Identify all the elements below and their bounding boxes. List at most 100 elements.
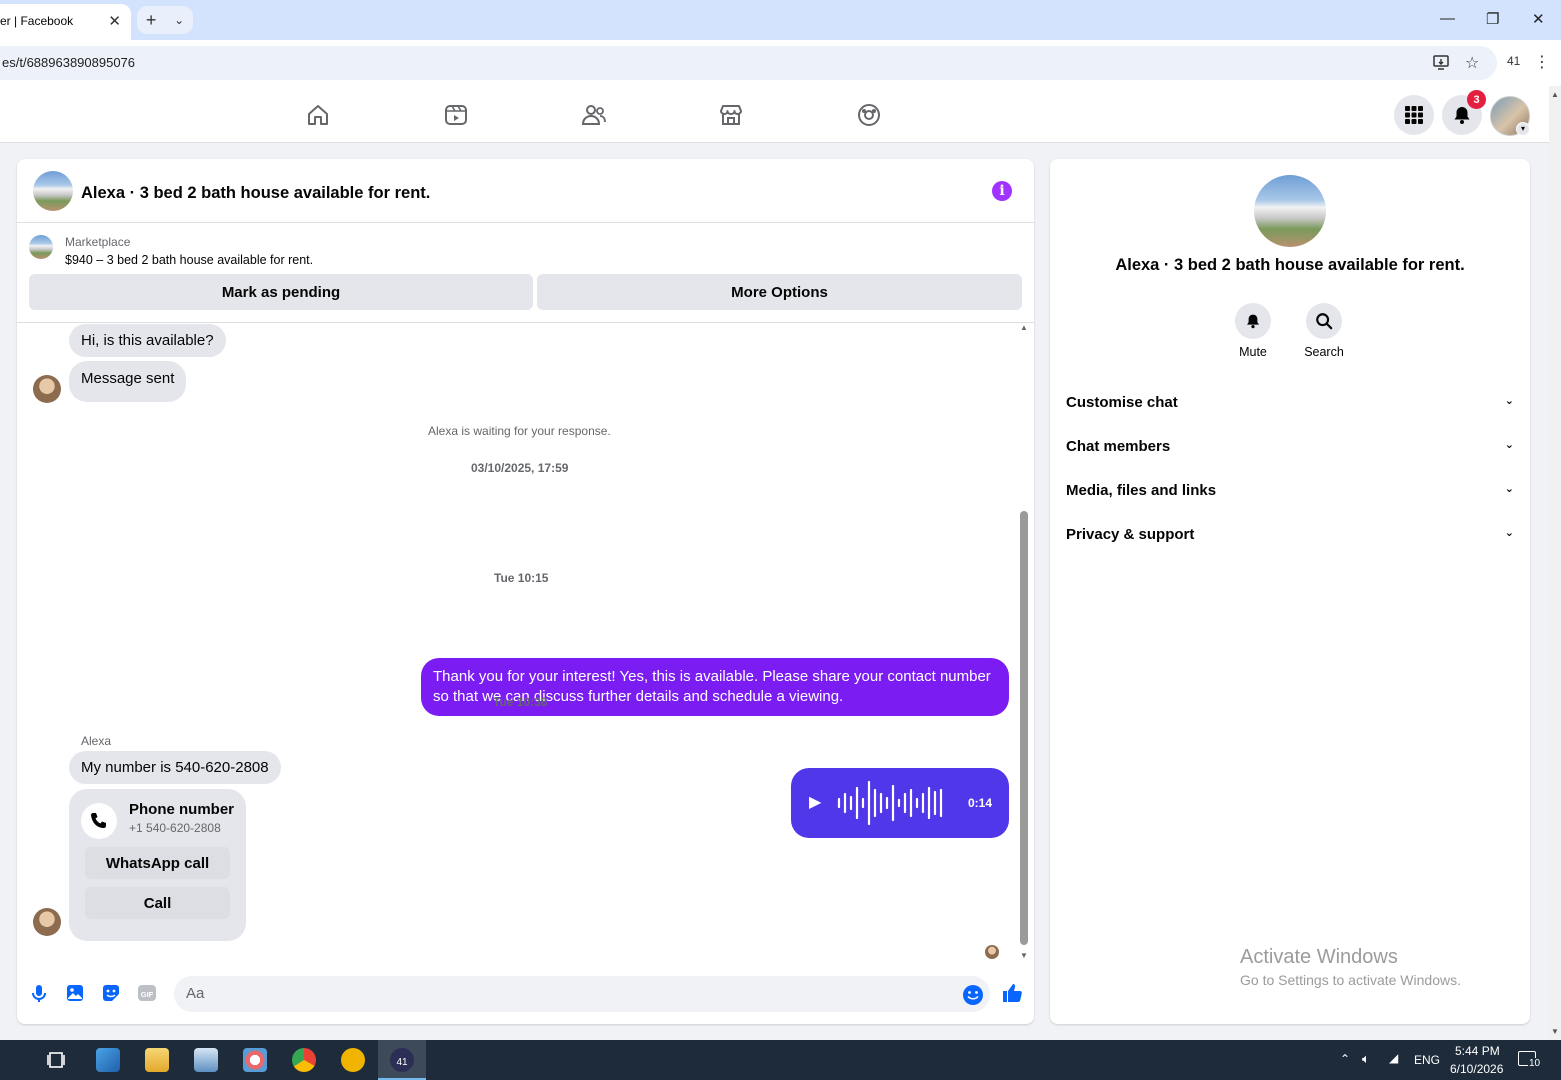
phone-number-card: Phone number +1 540-620-2808 WhatsApp ca… [69, 789, 246, 941]
network-icon[interactable]: ◢ [1389, 1051, 1398, 1065]
activate-windows-watermark: Activate Windows Go to Settings to activ… [1240, 946, 1461, 988]
volume-icon[interactable]: 🔈︎ [1362, 1051, 1370, 1067]
install-app-icon[interactable] [1432, 53, 1450, 76]
search-label: Search [1304, 345, 1344, 359]
message-input[interactable]: Aa [174, 976, 990, 1012]
search-icon [1316, 313, 1333, 330]
section-chat-members[interactable]: Chat members ⌄ [1066, 438, 1514, 455]
chat-header: Alexa · 3 bed 2 bath house available for… [17, 159, 1034, 223]
video-icon[interactable] [443, 102, 469, 128]
chevron-down-icon: ⌄ [1504, 439, 1514, 451]
contact-avatar[interactable] [33, 908, 61, 936]
marketplace-icon[interactable] [718, 102, 744, 128]
new-tab-icon[interactable]: + [146, 10, 157, 31]
profile-counter[interactable]: 41 [1507, 54, 1520, 68]
clock-time[interactable]: 5:44 PM [1455, 1044, 1500, 1058]
language-indicator[interactable]: ENG [1414, 1053, 1440, 1067]
timestamp: Tue 10:15 [494, 571, 549, 585]
message-bubble-in[interactable]: My number is 540-620-2808 [69, 751, 281, 784]
contact-avatar[interactable] [33, 375, 61, 403]
gaming-icon[interactable] [856, 102, 882, 128]
grid-icon [1405, 106, 1423, 124]
read-receipt-avatar [985, 945, 999, 959]
chrome-profile-icon[interactable]: 41 [390, 1048, 414, 1072]
close-tab-icon[interactable]: ✕ [108, 12, 121, 30]
action-center-icon[interactable]: 10 [1518, 1051, 1542, 1069]
call-button[interactable]: Call [85, 887, 230, 919]
listing-title[interactable]: $940 – 3 bed 2 bath house available for … [65, 253, 313, 267]
page-scrollbar[interactable]: ▲ ▼ [1549, 86, 1561, 1040]
menu-kebab-icon[interactable]: ⋮ [1534, 52, 1550, 72]
menu-grid-button[interactable] [1394, 95, 1434, 135]
phone-icon [81, 803, 117, 839]
message-bubble-in[interactable]: Hi, is this available? [69, 324, 226, 357]
message-list: Hi, is this available? Message sent Alex… [17, 324, 1034, 964]
bell-icon [1247, 314, 1259, 329]
new-tab-group: + ⌄ [137, 6, 193, 34]
info-icon[interactable]: i [992, 181, 1012, 201]
browser-tab[interactable]: er | Facebook ✕ [0, 4, 131, 40]
close-window-icon[interactable]: ✕ [1532, 10, 1545, 28]
mute-button[interactable]: Mute [1217, 303, 1289, 359]
task-view-icon[interactable] [45, 1048, 69, 1072]
sticker-icon[interactable] [101, 983, 121, 1003]
notifications-button[interactable]: 3 [1442, 90, 1486, 135]
section-label: Customise chat [1066, 394, 1178, 411]
chrome-icon[interactable] [292, 1048, 316, 1072]
chevron-down-icon: ⌄ [1504, 527, 1514, 539]
friends-icon[interactable] [581, 102, 607, 128]
account-chevron-icon[interactable]: ▾ [1516, 122, 1530, 136]
facebook-top-bar: 3 [0, 86, 1549, 143]
waiting-notice: Alexa is waiting for your response. [428, 424, 611, 438]
bookmark-star-icon[interactable]: ☆ [1465, 53, 1479, 73]
watermark-title: Activate Windows [1240, 946, 1398, 968]
tab-title: er | Facebook [0, 14, 74, 28]
bell-icon [1454, 107, 1470, 124]
url-text[interactable]: es/t/688963890895076 [2, 55, 135, 70]
microphone-icon[interactable] [29, 983, 49, 1003]
file-explorer-icon[interactable] [145, 1048, 169, 1072]
chat-scrollbar[interactable]: ▲ ▼ [1019, 323, 1029, 960]
notification-badge: 3 [1467, 90, 1486, 109]
card-title: Phone number [129, 801, 235, 818]
watermark-subtitle: Go to Settings to activate Windows. [1240, 972, 1461, 988]
whatsapp-call-button[interactable]: WhatsApp call [85, 847, 230, 879]
mark-pending-button[interactable]: Mark as pending [29, 274, 533, 310]
message-bubble-in[interactable]: Message sent [69, 361, 187, 402]
home-icon[interactable] [305, 102, 331, 128]
image-icon[interactable] [65, 983, 85, 1003]
paint-icon[interactable] [243, 1048, 267, 1072]
sender-name: Alexa [81, 734, 112, 748]
voice-duration: 0:14 [968, 796, 993, 810]
listing-thumbnail[interactable] [29, 235, 53, 259]
tab-search-icon[interactable]: ⌄ [174, 13, 184, 27]
browser-tab-strip: er | Facebook ✕ + ⌄ — ❐ ✕ [0, 0, 1561, 40]
marketplace-banner: Marketplace $940 – 3 bed 2 bath house av… [17, 223, 1034, 323]
search-button[interactable]: Search [1288, 303, 1360, 359]
minimize-icon[interactable]: — [1440, 10, 1455, 27]
maximize-icon[interactable]: ❐ [1486, 10, 1499, 28]
emoji-icon[interactable] [962, 984, 984, 1006]
section-label: Media, files and links [1066, 482, 1217, 499]
composer: GIF Aa [17, 969, 1034, 1024]
section-media-files-links[interactable]: Media, files and links ⌄ [1066, 482, 1514, 499]
section-customise-chat[interactable]: Customise chat ⌄ [1066, 394, 1514, 411]
notepad-icon[interactable] [194, 1048, 218, 1072]
chat-title[interactable]: Alexa · 3 bed 2 bath house available for… [81, 184, 430, 203]
this-pc-icon[interactable] [96, 1048, 120, 1072]
chat-avatar[interactable] [33, 171, 73, 211]
more-options-button[interactable]: More Options [537, 274, 1022, 310]
clock-date[interactable]: 6/10/2026 [1450, 1062, 1503, 1076]
voice-message[interactable]: ▶ 0:14 [791, 768, 1009, 838]
profile-name: Alexa · 3 bed 2 bath house available for… [1115, 256, 1465, 274]
like-icon[interactable] [1000, 981, 1024, 1005]
play-icon[interactable]: ▶ [809, 792, 821, 812]
action-center-count: 10 [1528, 1058, 1542, 1069]
show-hidden-icons[interactable]: ⌃ [1340, 1052, 1350, 1066]
app-icon[interactable] [341, 1048, 365, 1072]
gif-icon[interactable]: GIF [137, 983, 157, 1003]
omnibox[interactable]: es/t/688963890895076 ☆ [0, 46, 1497, 80]
profile-image[interactable] [1254, 175, 1326, 247]
section-label: Chat members [1066, 438, 1171, 455]
section-privacy-support[interactable]: Privacy & support ⌄ [1066, 526, 1514, 543]
